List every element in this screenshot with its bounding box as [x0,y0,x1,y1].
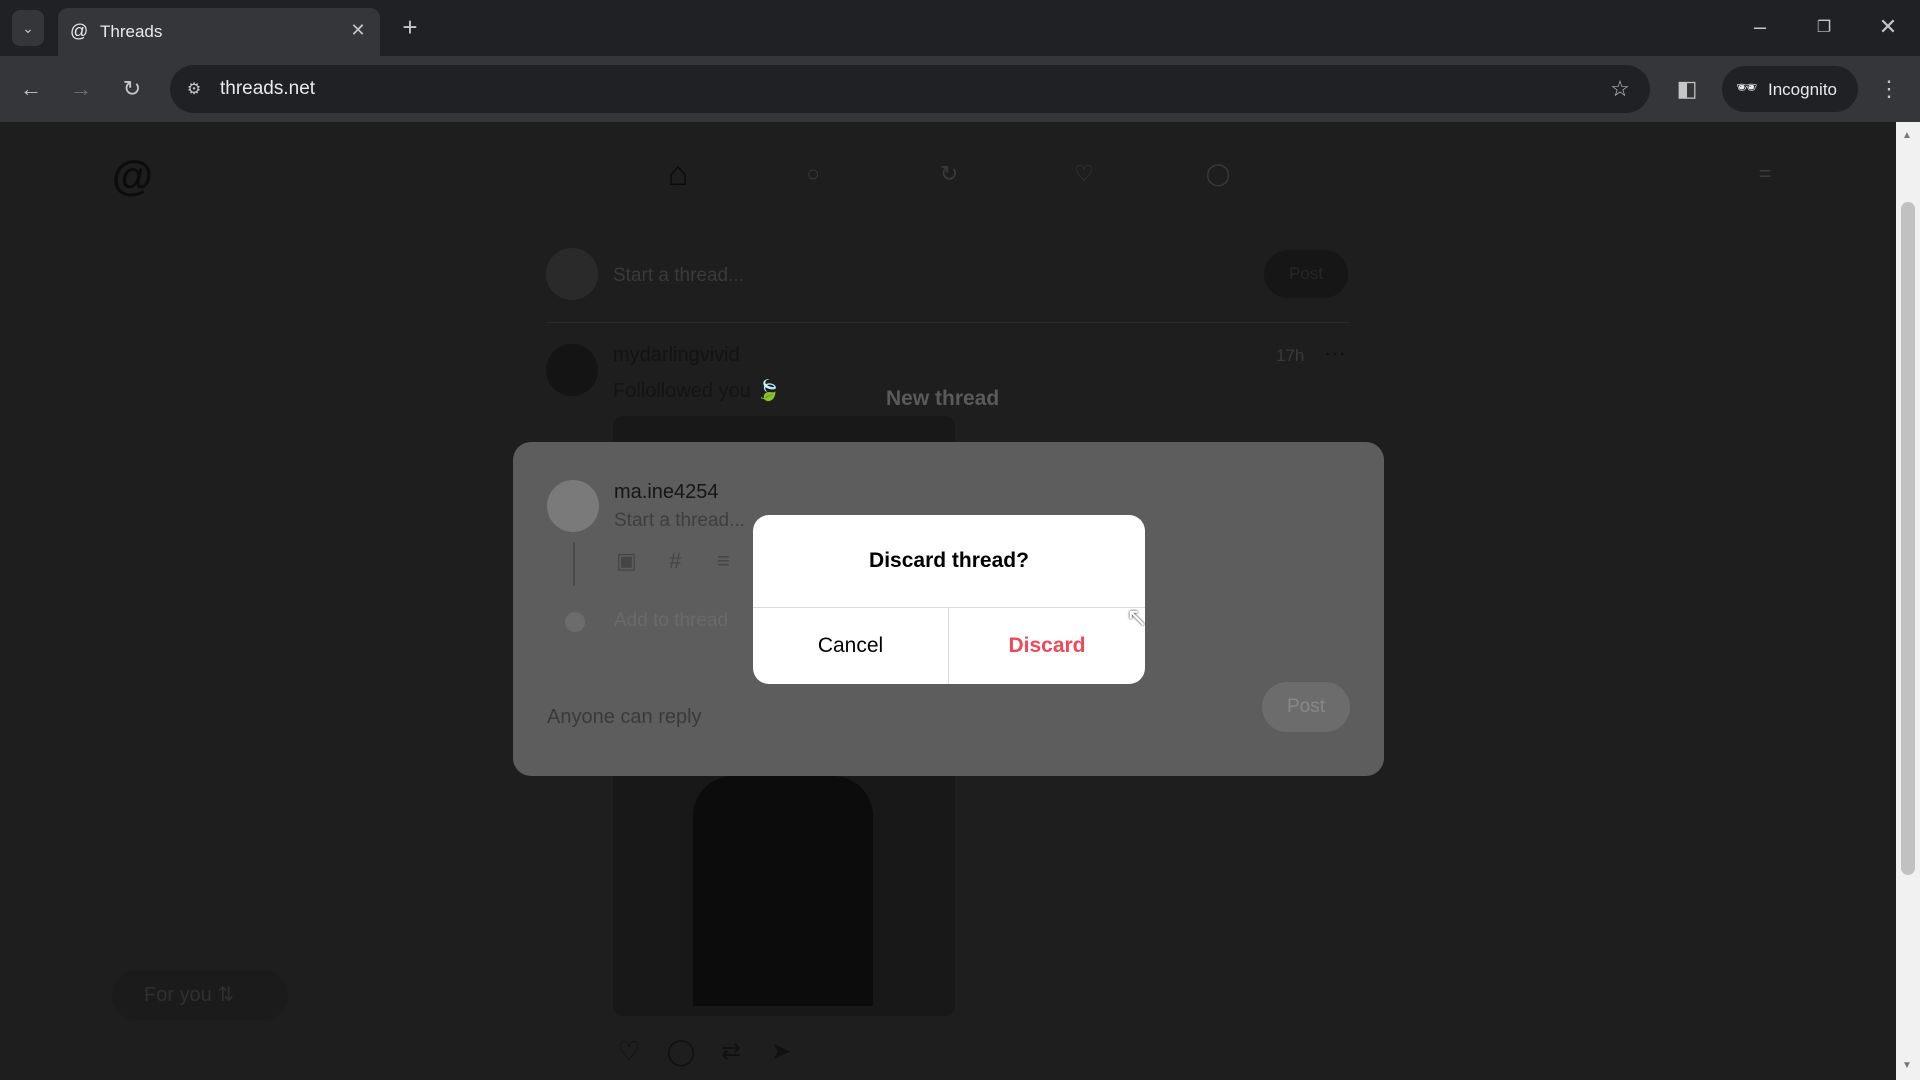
image-figure [693,776,873,1006]
avatar [546,248,598,300]
composer-title: New thread [886,387,1000,410]
profile-icon[interactable]: ◯ [1198,154,1238,194]
minimize-icon[interactable]: – [1740,12,1780,42]
composer-post-button[interactable]: Post [1262,682,1350,732]
poll-icon[interactable]: ≡ [717,548,730,574]
close-tab-icon[interactable]: ✕ [346,18,370,42]
composer-username: ma.ine4254 [614,481,719,503]
search-icon[interactable]: ○ [793,154,833,194]
attach-media-icon[interactable]: ▣ [616,548,637,574]
post-username[interactable]: mydarlingvivid [613,344,740,367]
start-thread-input[interactable]: Start a thread... [613,265,744,287]
home-icon[interactable]: ⌂ [658,154,698,194]
compose-icon[interactable]: ↻ [929,154,969,194]
like-icon[interactable]: ♡ [614,1036,644,1066]
threads-favicon-icon: @ [70,21,89,41]
tab-threads[interactable]: @ Threads ✕ [58,8,380,56]
add-to-thread[interactable]: Add to thread [614,610,728,632]
discard-button[interactable]: Discard [949,608,1145,684]
close-window-icon[interactable]: ✕ [1868,12,1908,42]
scroll-down-icon[interactable]: ▼ [1902,1060,1912,1071]
thread-text-input[interactable]: Start a thread... [614,510,745,532]
scrollbar[interactable]: ▲ ▼ [1896,122,1920,1080]
tab-title: Threads [100,22,163,41]
for-you-button[interactable]: For you ⇅ [112,970,288,1020]
address-bar[interactable]: ⚙ threads.net ☆ [170,65,1650,113]
incognito-badge[interactable]: 🕶 Incognito [1722,66,1858,112]
avatar[interactable] [546,344,598,396]
mouse-cursor-icon: ↖ [1126,602,1148,632]
tab-search-button[interactable]: ⌄ [12,10,44,46]
avatar-small [565,612,585,632]
new-tab-icon[interactable]: + [395,12,425,42]
threads-logo-icon[interactable]: @ [112,152,153,199]
incognito-label: Incognito [1768,80,1837,99]
reply-setting[interactable]: Anyone can reply [547,706,702,729]
incognito-icon: 🕶 [1736,78,1758,97]
post-text: Follollowed you 🍃 [613,380,782,402]
hashtag-icon[interactable]: # [669,548,681,574]
menu-icon[interactable]: = [1745,154,1785,194]
share-icon[interactable]: ➤ [766,1036,796,1066]
dialog-title: Discard thread? [869,549,1029,572]
discard-dialog: Discard thread? Cancel Discard [753,515,1145,684]
browser-menu-icon[interactable]: ⋮ [1874,72,1904,106]
heart-icon[interactable]: ♡ [1064,154,1104,194]
thread-line [573,542,575,586]
back-icon[interactable]: ← [14,72,48,106]
tab-bar: ⌄ @ Threads ✕ + – ❐ ✕ [0,0,1920,56]
side-panel-icon[interactable]: ◧ [1670,72,1704,106]
divider [546,322,1350,323]
scroll-up-icon[interactable]: ▲ [1902,130,1912,141]
comment-icon[interactable]: ◯ [666,1036,696,1066]
site-info-icon[interactable]: ⚙ [180,75,208,103]
url-text: threads.net [220,78,316,99]
post-button[interactable]: Post [1264,250,1348,298]
restore-icon[interactable]: ❐ [1804,12,1844,42]
post-time: 17h [1276,346,1305,365]
more-icon[interactable]: ··· [1324,340,1346,366]
bookmark-star-icon[interactable]: ☆ [1604,73,1636,105]
threads-page: @ ⌂ ○ ↻ ♡ ◯ = Start a thread... Post myd… [0,122,1896,1080]
repost-icon[interactable]: ⇄ [716,1036,746,1066]
forward-icon[interactable]: → [64,72,98,106]
scrollbar-thumb[interactable] [1901,202,1915,875]
avatar [547,480,599,532]
for-you-label: For you [144,984,212,1006]
cancel-button[interactable]: Cancel [753,608,948,684]
reload-icon[interactable]: ↻ [115,72,149,106]
